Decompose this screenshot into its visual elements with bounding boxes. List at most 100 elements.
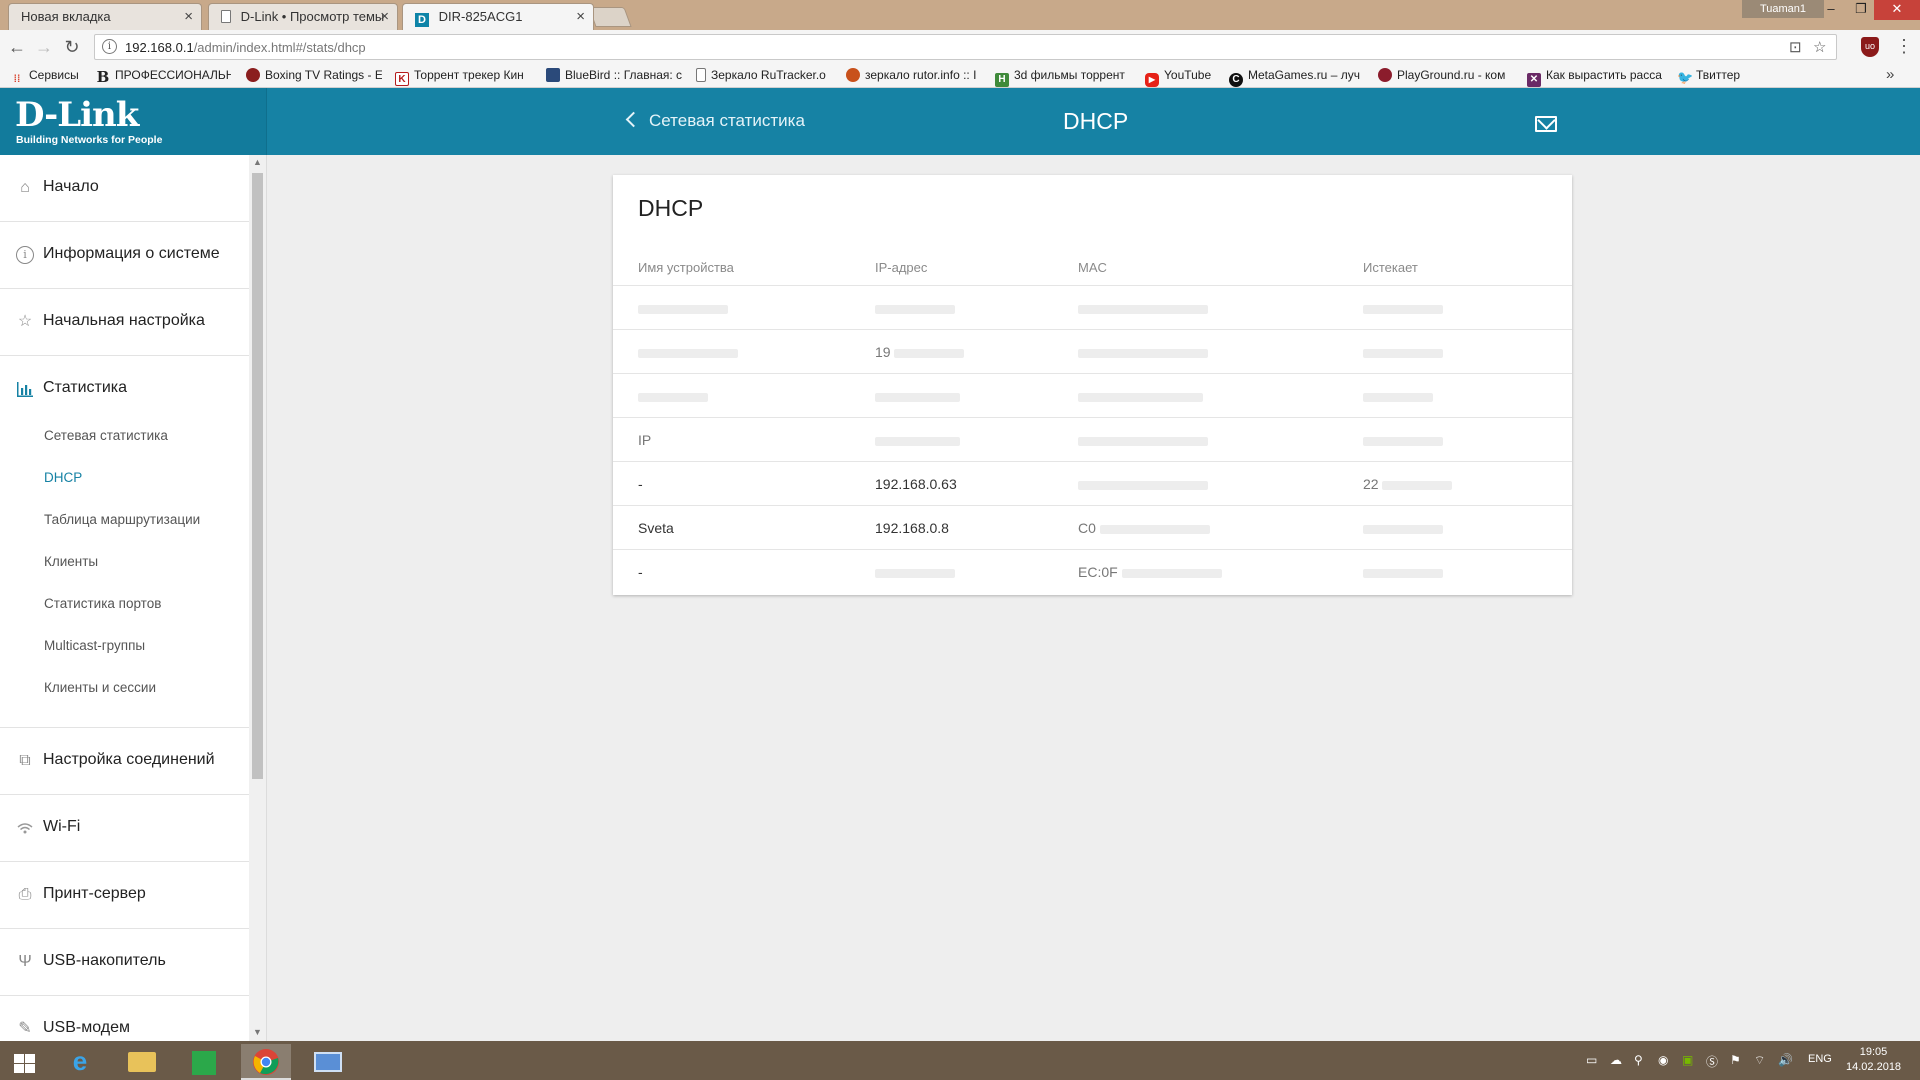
minimize-icon[interactable]: – bbox=[1816, 0, 1846, 20]
bookmark-item[interactable]: B ПРОФЕССИОНАЛЬН bbox=[96, 68, 231, 84]
tab-close-icon[interactable]: × bbox=[576, 8, 585, 25]
chrome-icon[interactable] bbox=[241, 1044, 291, 1080]
sidebar-subitem-clients[interactable]: Клиенты bbox=[44, 554, 98, 569]
tray-wifi-icon[interactable]: ⌔ bbox=[1754, 1053, 1765, 1068]
sidebar-item-wifi[interactable]: Wi-Fi bbox=[0, 795, 249, 862]
logo-area[interactable]: D-Link Building Networks for People bbox=[0, 88, 267, 155]
table-row[interactable]: Sveta 192.168.0.8 C0 bbox=[613, 506, 1572, 550]
bookmark-item[interactable]: Зеркало RuTracker.o bbox=[696, 68, 832, 82]
scrollbar-thumb[interactable] bbox=[252, 173, 263, 779]
tab-dir-825acg1[interactable]: D DIR-825ACG1 × bbox=[402, 3, 594, 30]
tab-dlink-forum[interactable]: D-Link • Просмотр темы × bbox=[208, 3, 398, 30]
tray-skype-icon[interactable]: Ⓢ bbox=[1706, 1053, 1718, 1070]
table-row[interactable]: - 192.168.0.63 22 bbox=[613, 462, 1572, 506]
sidebar-item-usb-storage[interactable]: Ψ USB-накопитель bbox=[0, 929, 249, 996]
internet-explorer-icon[interactable]: e bbox=[55, 1044, 105, 1080]
tray-satellite-icon[interactable]: ⚲ bbox=[1634, 1053, 1643, 1067]
sidebar-item-system-info[interactable]: i Информация о системе bbox=[0, 222, 249, 289]
store-icon[interactable] bbox=[179, 1044, 229, 1080]
sidebar-subitem-clients-sessions[interactable]: Клиенты и сессии bbox=[44, 680, 156, 695]
document-icon bbox=[221, 10, 231, 23]
info-icon: i bbox=[16, 246, 34, 264]
cell-ip bbox=[875, 286, 1070, 330]
bookmark-item[interactable]: 🐦 Твиттер bbox=[1677, 68, 1767, 85]
cell-expires bbox=[1363, 286, 1563, 330]
column-header-mac: MAC bbox=[1078, 260, 1107, 275]
bookmark-item[interactable]: Boxing TV Ratings - E bbox=[246, 68, 382, 82]
bookmark-item[interactable]: зеркало rutor.info :: I bbox=[846, 68, 982, 82]
tray-language[interactable]: ENG bbox=[1808, 1053, 1832, 1065]
bookmark-label: MetaGames.ru – луч bbox=[1248, 68, 1360, 82]
bookmarks-overflow-icon[interactable]: » bbox=[1886, 66, 1894, 83]
profile-badge[interactable]: Tuaman1 bbox=[1742, 0, 1824, 18]
maximize-icon[interactable]: ❐ bbox=[1846, 0, 1876, 20]
tray-nvidia-icon[interactable]: ▣ bbox=[1682, 1053, 1693, 1067]
bookmark-item[interactable]: H 3d фильмы торрент bbox=[995, 68, 1131, 87]
sidebar-item-label: Статистика bbox=[43, 379, 128, 396]
site-info-icon[interactable]: i bbox=[102, 39, 117, 54]
reload-icon[interactable]: ↻ bbox=[61, 36, 83, 58]
sidebar-subitem-port-stats[interactable]: Статистика портов bbox=[44, 596, 161, 611]
sidebar-scrollbar[interactable]: ▲ ▼ bbox=[249, 155, 266, 1041]
browser-menu-icon[interactable]: ⋮ bbox=[1895, 36, 1913, 57]
bookmark-item[interactable]: ▶ YouTube bbox=[1145, 68, 1227, 87]
3d-films-icon: H bbox=[995, 73, 1009, 87]
tray-flag-icon[interactable]: ⚑ bbox=[1730, 1053, 1741, 1067]
file-explorer-icon[interactable] bbox=[117, 1044, 167, 1080]
sidebar-subitem-routing-table[interactable]: Таблица маршрутизации bbox=[44, 512, 200, 527]
table-row[interactable]: - EC:0F bbox=[613, 550, 1572, 594]
tray-cloud-icon[interactable]: ☁ bbox=[1610, 1053, 1622, 1067]
taskbar-clock[interactable]: 19:05 14.02.2018 bbox=[1846, 1045, 1901, 1075]
address-bar[interactable]: i 192.168.0.1/admin/index.html#/stats/dh… bbox=[94, 34, 1837, 60]
cell-expires bbox=[1363, 418, 1563, 462]
sidebar-subitem-network-stats[interactable]: Сетевая статистика bbox=[44, 428, 168, 443]
tab-close-icon[interactable]: × bbox=[380, 8, 389, 25]
column-header-ip: IP-адрес bbox=[875, 260, 928, 275]
youtube-icon: ▶ bbox=[1145, 73, 1159, 87]
tray-network-icon[interactable]: ▭ bbox=[1586, 1053, 1597, 1067]
sidebar-item-initial-setup[interactable]: ☆ Начальная настройка bbox=[0, 289, 249, 356]
bookmark-star-icon[interactable]: ☆ bbox=[1813, 38, 1826, 56]
bookmark-item[interactable]: PlayGround.ru - ком bbox=[1378, 68, 1514, 82]
bookmark-item[interactable]: K Торрент трекер Кин bbox=[395, 68, 531, 86]
bookmark-item[interactable]: ⁞⁞ Сервисы bbox=[10, 68, 88, 87]
tab-close-icon[interactable]: × bbox=[184, 8, 193, 25]
dhcp-table: Имя устройства IP-адрес MAC Истекает 19 … bbox=[613, 250, 1572, 594]
table-row[interactable]: 19 bbox=[613, 330, 1572, 374]
new-tab-button[interactable] bbox=[588, 7, 632, 27]
sidebar-subitem-multicast-groups[interactable]: Multicast-группы bbox=[44, 638, 145, 653]
k-letter-icon: K bbox=[395, 72, 409, 86]
sidebar-item-statistics[interactable]: Статистика bbox=[0, 356, 249, 423]
cell-device-name bbox=[638, 330, 868, 374]
clock-time: 19:05 bbox=[1859, 1046, 1888, 1058]
bookmark-item[interactable]: C MetaGames.ru – луч bbox=[1229, 68, 1365, 87]
remote-desktop-icon[interactable] bbox=[303, 1044, 353, 1080]
translate-icon[interactable]: ⊡ bbox=[1789, 38, 1802, 56]
app-header: D-Link Building Networks for People Сете… bbox=[0, 88, 1920, 155]
scroll-down-icon[interactable]: ▼ bbox=[253, 1027, 262, 1037]
bookmarks-bar: ⁞⁞ Сервисы B ПРОФЕССИОНАЛЬН Boxing TV Rati… bbox=[0, 64, 1920, 88]
sidebar-item-home[interactable]: ⌂ Начало bbox=[0, 155, 249, 222]
tab-new-tab[interactable]: Новая вкладка × bbox=[8, 3, 202, 30]
mail-icon[interactable] bbox=[1535, 116, 1557, 132]
back-arrow-icon[interactable]: ← bbox=[6, 36, 28, 58]
tray-app-icon[interactable]: ◉ bbox=[1658, 1053, 1668, 1067]
bookmark-label: BlueBird :: Главная: c bbox=[565, 68, 683, 82]
tray-volume-icon[interactable]: 🔊 bbox=[1778, 1053, 1793, 1067]
back-to-network-stats[interactable]: Сетевая статистика bbox=[625, 111, 805, 131]
window-close-icon[interactable]: ✕ bbox=[1874, 0, 1920, 20]
ublock-shield-icon[interactable]: uo bbox=[1861, 37, 1879, 57]
bookmark-item[interactable]: ✕ Как вырастить расса bbox=[1527, 68, 1663, 87]
sidebar-item-connections[interactable]: ⧉ Настройка соединений bbox=[0, 728, 249, 795]
sidebar-subitem-dhcp[interactable]: DHCP bbox=[44, 470, 82, 485]
table-row[interactable] bbox=[613, 286, 1572, 330]
sidebar-item-usb-modem[interactable]: ✎ USB-модем bbox=[0, 996, 249, 1041]
sidebar-item-print-server[interactable]: ⎙ Принт-сервер bbox=[0, 862, 249, 929]
forward-arrow-icon[interactable]: → bbox=[33, 36, 55, 58]
table-row[interactable] bbox=[613, 374, 1572, 418]
start-button[interactable] bbox=[0, 1044, 50, 1080]
bookmark-item[interactable]: BlueBird :: Главная: c bbox=[546, 68, 684, 82]
scroll-up-icon[interactable]: ▲ bbox=[253, 157, 262, 167]
address-url[interactable]: 192.168.0.1/admin/index.html#/stats/dhcp bbox=[125, 40, 366, 55]
table-row[interactable]: IP bbox=[613, 418, 1572, 462]
